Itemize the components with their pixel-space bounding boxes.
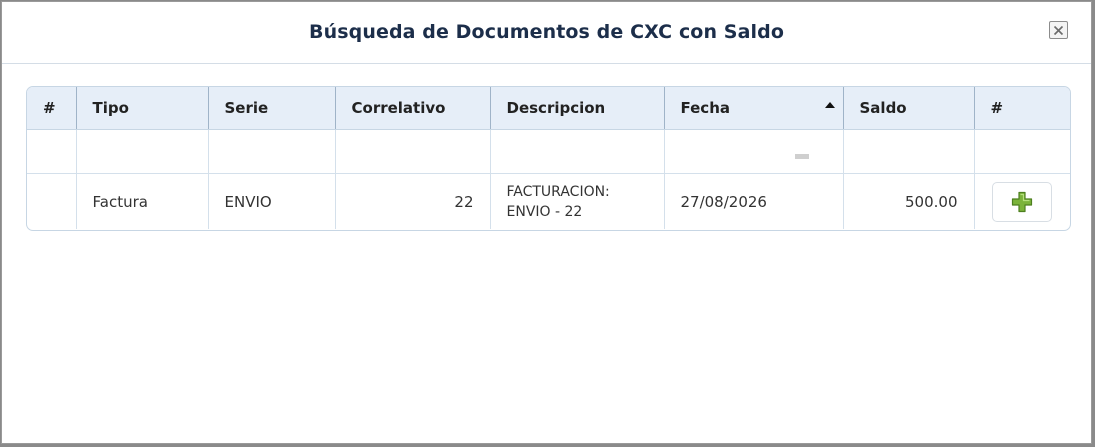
cell-actions	[974, 174, 1070, 230]
cell-correlativo: 22	[335, 173, 491, 229]
column-header-saldo[interactable]: Saldo	[843, 87, 975, 130]
column-header-descripcion[interactable]: Descripcion	[490, 87, 665, 130]
close-icon	[1053, 25, 1064, 35]
documents-grid: # Tipo Serie Correlativo Descripcion Fec…	[26, 86, 1071, 231]
cell-index	[27, 173, 77, 229]
table-row[interactable]: Factura ENVIO 22 FACTURACION: ENVIO - 22…	[27, 173, 1070, 230]
column-header-fecha-label: Fecha	[680, 99, 731, 117]
filter-row	[27, 129, 1070, 174]
column-header-fecha[interactable]: Fecha	[664, 87, 844, 130]
filter-cell-serie[interactable]	[208, 129, 336, 174]
column-header-serie[interactable]: Serie	[208, 87, 336, 130]
header-row: # Tipo Serie Correlativo Descripcion Fec…	[27, 87, 1070, 130]
filter-cell-descripcion[interactable]	[490, 129, 665, 174]
column-header-correlativo[interactable]: Correlativo	[335, 87, 491, 130]
filter-cell-correlativo[interactable]	[335, 129, 491, 174]
sort-ascending-icon	[824, 102, 835, 108]
search-dialog: Búsqueda de Documentos de CXC con Saldo …	[1, 1, 1092, 444]
filter-cell-tipo[interactable]	[76, 129, 209, 174]
cell-descripcion: FACTURACION: ENVIO - 22	[490, 173, 665, 229]
filter-cell-index[interactable]	[27, 129, 77, 174]
column-header-tipo[interactable]: Tipo	[76, 87, 209, 130]
plus-icon	[1012, 191, 1033, 212]
add-document-button[interactable]	[992, 181, 1053, 222]
dialog-title: Búsqueda de Documentos de CXC con Saldo	[309, 21, 784, 43]
dialog-header: Búsqueda de Documentos de CXC con Saldo	[2, 2, 1091, 64]
filter-cell-fecha[interactable]	[664, 129, 844, 174]
documents-table: # Tipo Serie Correlativo Descripcion Fec…	[27, 87, 1070, 229]
column-header-index[interactable]: #	[27, 87, 77, 130]
filter-cell-saldo[interactable]	[843, 129, 975, 174]
cell-tipo: Factura	[76, 173, 209, 229]
cell-fecha: 27/08/2026	[664, 173, 844, 229]
filter-cell-actions	[974, 129, 1070, 174]
cell-saldo: 500.00	[843, 173, 975, 229]
close-button[interactable]	[1049, 21, 1068, 39]
filter-clear-icon[interactable]	[794, 154, 809, 159]
column-header-actions[interactable]: #	[974, 87, 1070, 130]
cell-serie: ENVIO	[208, 173, 336, 229]
